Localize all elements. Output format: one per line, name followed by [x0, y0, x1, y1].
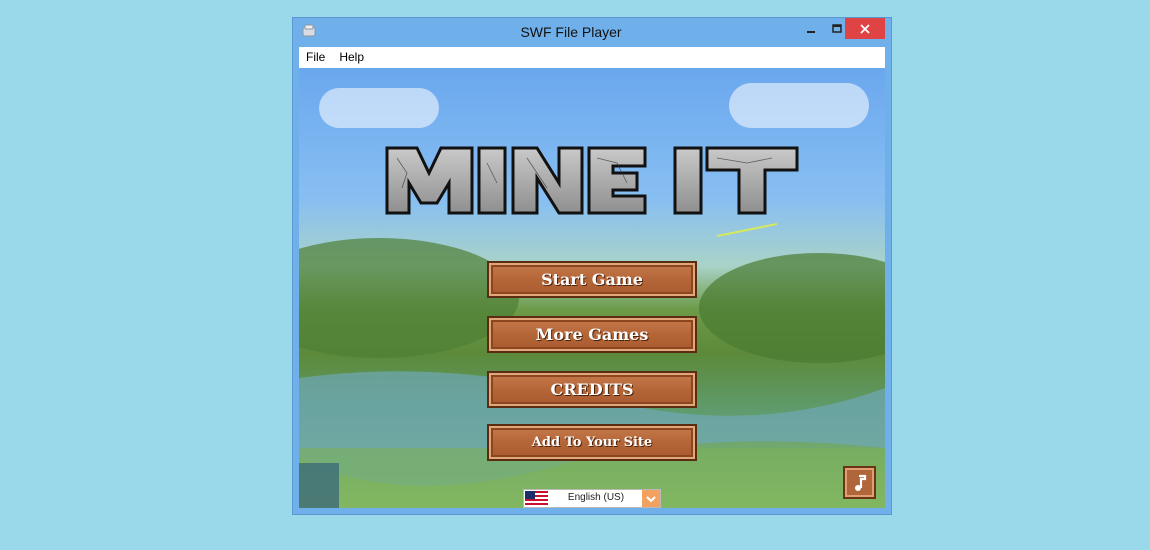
start-game-button[interactable]: Start Game: [487, 261, 697, 298]
language-label: English (US): [567, 492, 625, 503]
chevron-down-icon: [646, 495, 656, 502]
more-games-button[interactable]: More Games: [487, 316, 697, 353]
minimize-icon: [807, 30, 815, 33]
menu-file[interactable]: File: [299, 47, 332, 68]
window-title: SWF File Player: [520, 24, 622, 40]
game-logo: [385, 146, 799, 237]
title-bar[interactable]: SWF File Player: [293, 18, 891, 46]
close-button[interactable]: [845, 18, 885, 39]
close-icon: [860, 23, 870, 34]
language-select[interactable]: English (US): [523, 489, 661, 508]
menu-bar: File Help: [299, 47, 885, 68]
minimize-button[interactable]: [798, 18, 824, 39]
app-window: SWF File Player File Help Start Game Mor…: [292, 17, 892, 515]
dropdown-arrow[interactable]: [642, 490, 660, 507]
us-flag-icon: [525, 491, 548, 506]
music-toggle-button[interactable]: [843, 466, 876, 499]
credits-button[interactable]: CREDITS: [487, 371, 697, 408]
add-to-site-button[interactable]: Add To Your Site: [487, 424, 697, 461]
music-note-icon: [854, 474, 866, 491]
maximize-icon: [832, 23, 842, 33]
game-canvas[interactable]: Start Game More Games CREDITS Add To You…: [299, 68, 885, 508]
menu-help[interactable]: Help: [332, 47, 371, 68]
